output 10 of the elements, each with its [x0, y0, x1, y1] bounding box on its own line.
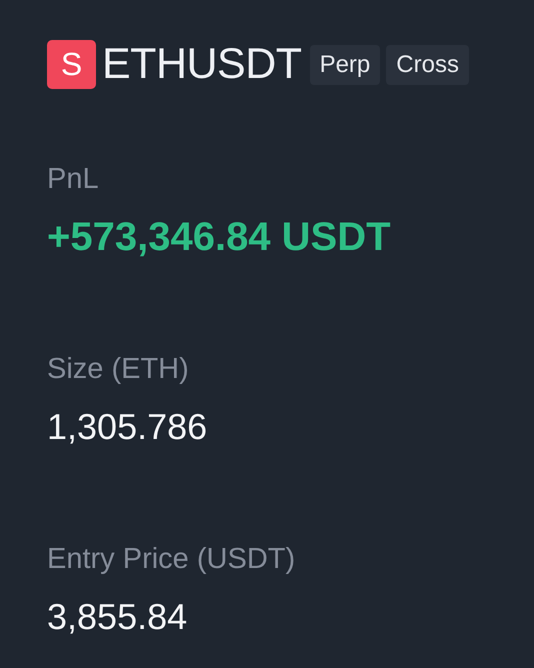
field-label: Size (ETH)	[47, 352, 190, 387]
symbol-title: ETHUSDT	[102, 40, 302, 89]
side-badge: S	[47, 40, 96, 89]
tag: Cross	[386, 44, 469, 84]
field-value: +573,346.84 USDT	[47, 215, 392, 259]
tag: Perp	[310, 44, 380, 84]
field-value: 1,305.786	[47, 405, 208, 449]
field-label: Entry Price (USDT)	[47, 542, 296, 577]
field-value: 3,855.84	[47, 595, 188, 639]
field-label: PnL	[47, 162, 100, 197]
